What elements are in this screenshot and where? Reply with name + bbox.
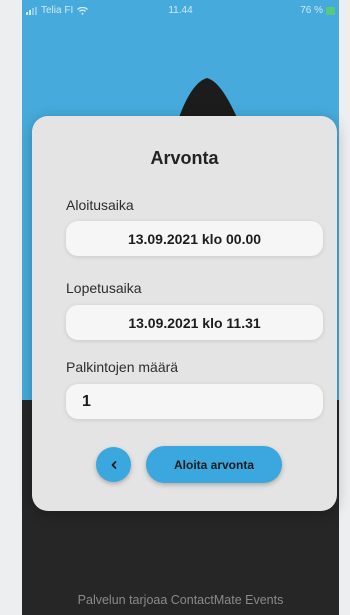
dialog-title: Arvonta	[150, 148, 219, 168]
status-time: 11.44	[168, 5, 193, 16]
prize-count-label: Palkintojen määrä	[66, 359, 179, 375]
start-time-field[interactable]: 13.09.2021 klo 00.00	[66, 221, 323, 256]
battery-icon	[326, 6, 335, 15]
end-time-label: Lopetusaika	[66, 280, 142, 296]
battery-percent: 76 %	[300, 5, 323, 16]
status-bar: Telia FI 11.44 76 %	[22, 0, 339, 22]
end-time-field[interactable]: 13.09.2021 klo 11.31	[66, 305, 323, 340]
prize-count-input[interactable]: 1	[66, 384, 323, 419]
start-raffle-button[interactable]: Aloita arvonta	[146, 446, 282, 483]
back-button[interactable]	[96, 447, 131, 482]
chevron-left-icon	[111, 460, 116, 469]
start-time-label: Aloitusaika	[66, 197, 134, 213]
footer-credit: Palvelun tarjoaa ContactMate Events	[77, 593, 284, 607]
status-right: 76 %	[300, 5, 335, 16]
